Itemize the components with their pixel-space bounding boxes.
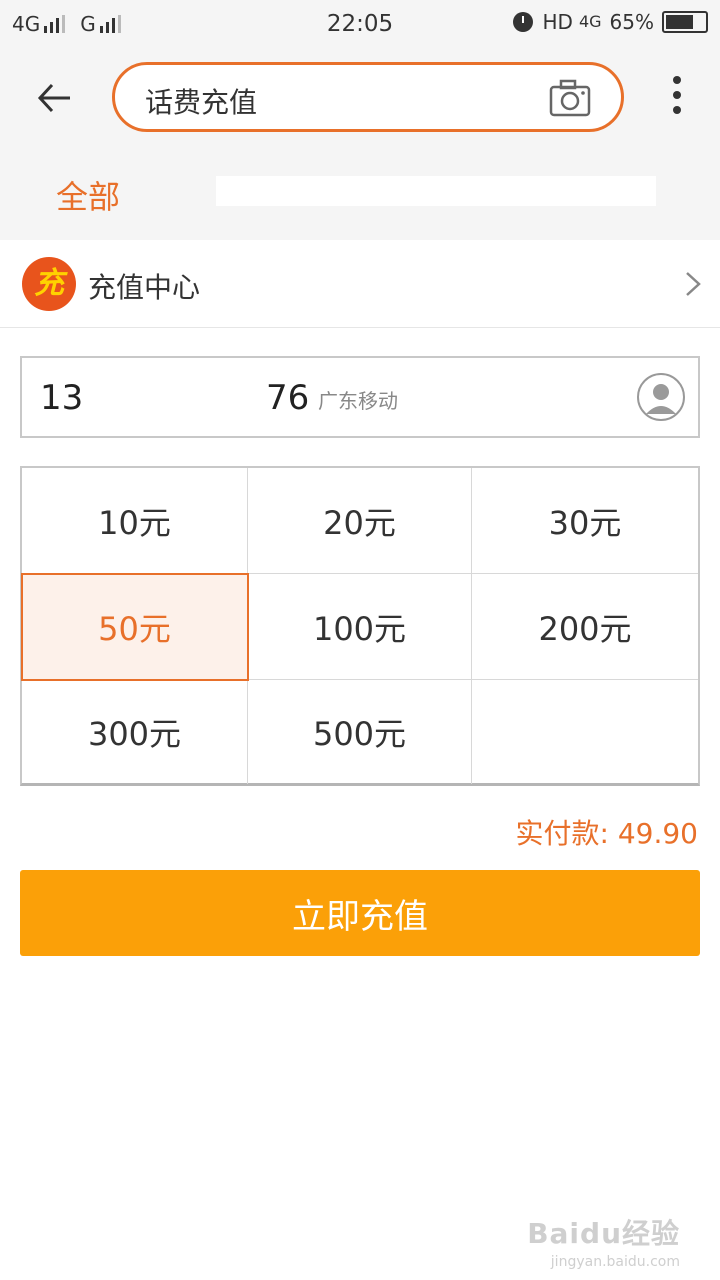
baidu-watermark: Baidu经验 jingyan.baidu.com	[527, 1212, 680, 1270]
battery-percent: 65%	[609, 10, 654, 34]
payment-line: 实付款: 49.90	[515, 812, 698, 852]
watermark-url: jingyan.baidu.com	[550, 1254, 680, 1270]
more-icon[interactable]	[670, 76, 684, 122]
amount-option[interactable]: 10元	[22, 468, 248, 574]
amount-option[interactable]: 20元	[248, 468, 472, 574]
search-query: 话费充值	[145, 86, 258, 119]
recharge-center-title: 充值中心	[88, 271, 201, 304]
amount-option[interactable]: 100元	[248, 574, 472, 680]
tab-redacted-area	[216, 176, 656, 206]
amount-option[interactable]: 30元	[472, 468, 698, 574]
recharge-now-button[interactable]: 立即充值	[20, 870, 700, 956]
carrier-label: 广东移动	[318, 389, 398, 413]
alarm-icon	[512, 12, 533, 32]
phone-number-field[interactable]: 13 76 广东移动	[20, 356, 700, 438]
amount-grid: 10元 20元 30元 50元 100元 200元 300元 500元	[20, 466, 700, 786]
contact-icon[interactable]	[636, 372, 686, 422]
payment-label: 实付款:	[515, 817, 609, 850]
header: 话费充值 全部	[0, 52, 720, 240]
payment-amount: 49.90	[617, 817, 698, 850]
search-box[interactable]: 话费充值	[112, 62, 624, 132]
amount-option-selected[interactable]: 50元	[21, 573, 249, 681]
watermark-logo: Baidu经验	[527, 1217, 680, 1250]
network-4g-label: 4G	[578, 12, 602, 31]
status-bar: 4G G 22:05 HD 4G 65%	[0, 0, 720, 52]
phone-prefix: 13	[40, 378, 84, 418]
chevron-right-icon	[686, 272, 701, 296]
amount-option[interactable]: 500元	[248, 680, 472, 784]
status-right: HD 4G 65%	[512, 10, 708, 34]
recharge-center-row[interactable]: 充 充值中心	[0, 240, 720, 328]
battery-icon	[662, 11, 708, 33]
camera-icon[interactable]	[549, 79, 591, 117]
hd-label: HD	[542, 10, 573, 34]
back-arrow-icon	[37, 83, 70, 113]
phone-suffix: 76	[266, 378, 310, 418]
tab-all[interactable]: 全部	[56, 172, 120, 218]
back-button[interactable]	[32, 76, 78, 122]
amount-option[interactable]: 300元	[22, 680, 248, 784]
recharge-logo-icon: 充	[22, 257, 76, 311]
amount-option[interactable]: 200元	[472, 574, 698, 680]
amount-empty-cell	[472, 680, 698, 784]
